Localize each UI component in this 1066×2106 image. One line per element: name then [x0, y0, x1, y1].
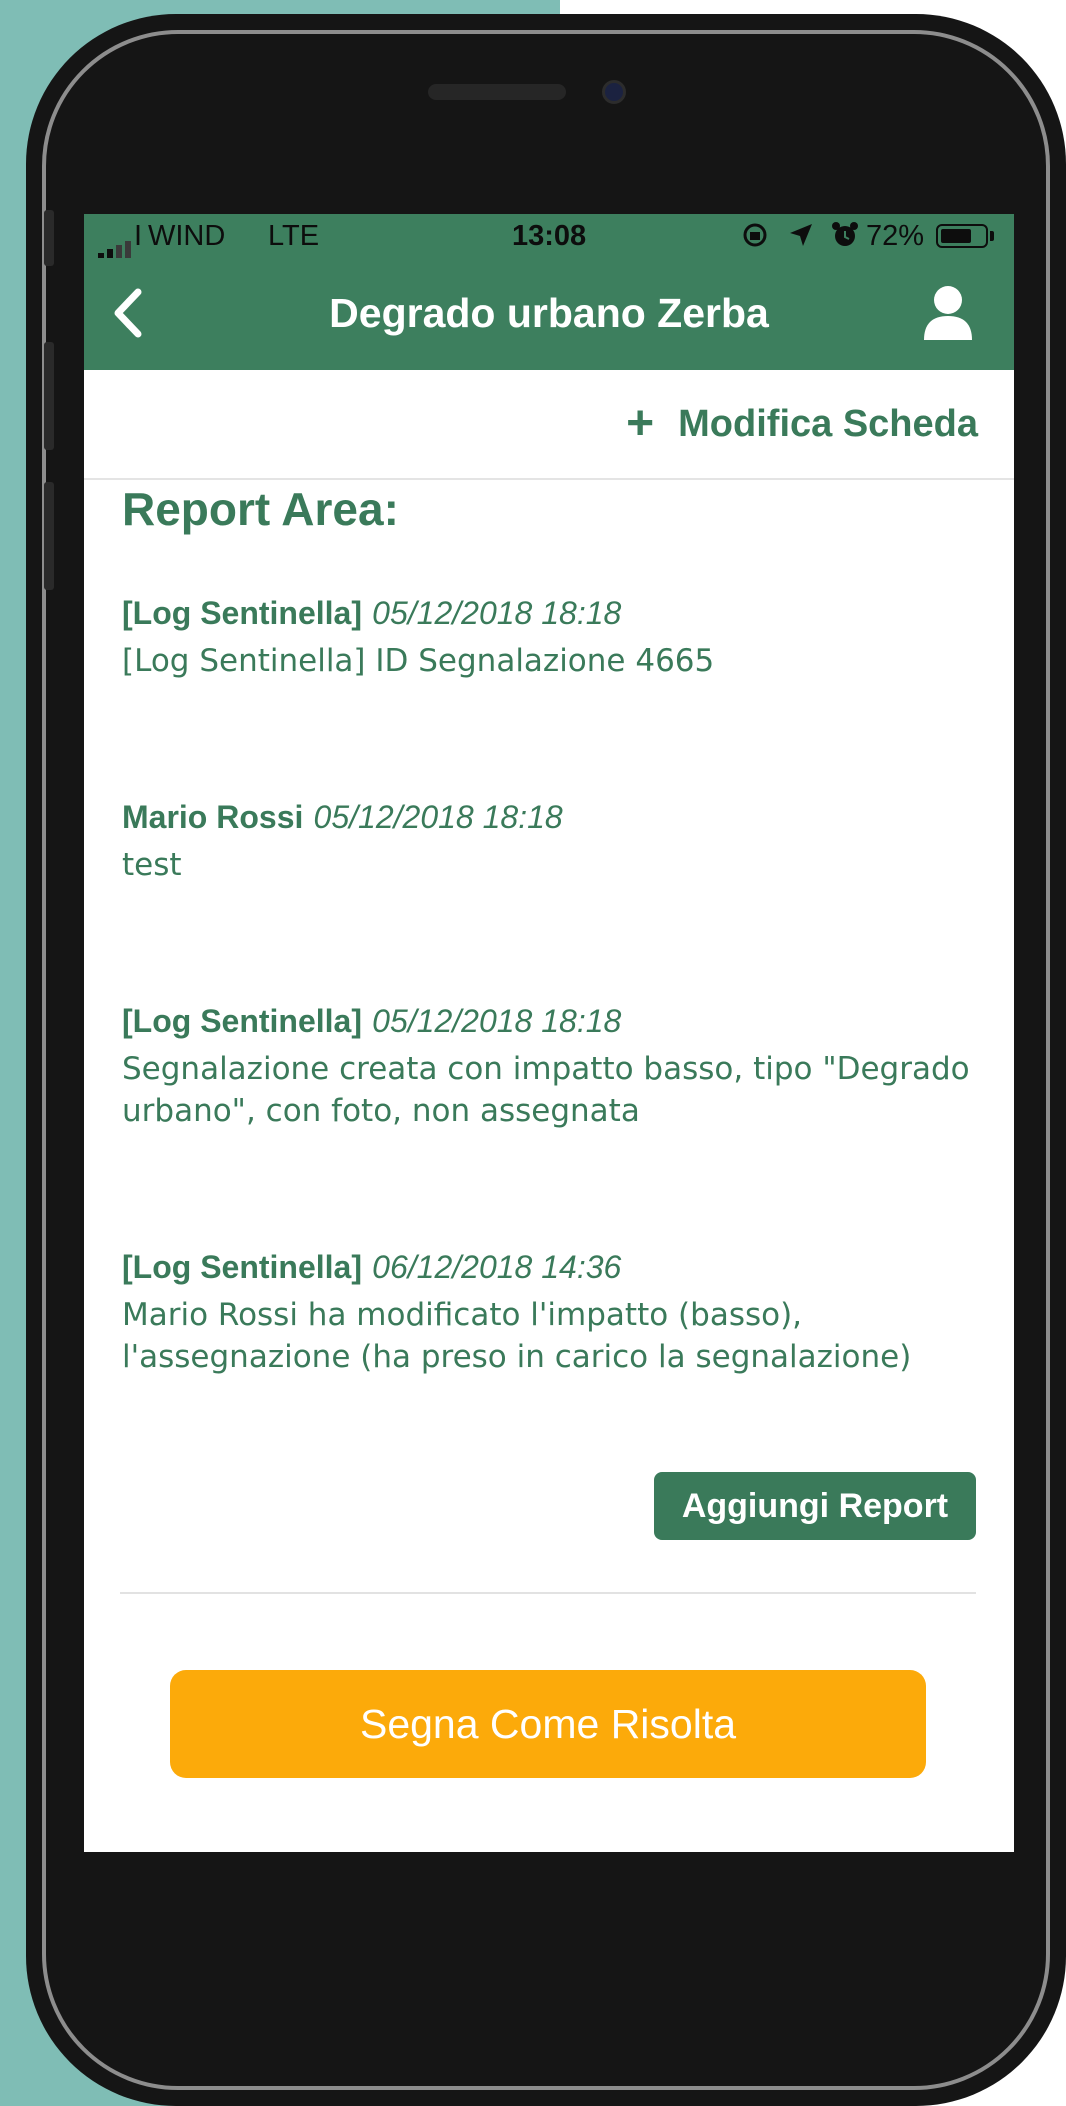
user-icon[interactable] — [920, 282, 976, 342]
divider — [120, 1592, 976, 1594]
orientation-lock-icon — [743, 223, 767, 247]
report-header: Mario Rossi 05/12/2018 18:18 — [122, 796, 982, 838]
report-text: test — [122, 847, 182, 883]
report-author: [Log Sentinella] — [122, 1249, 362, 1285]
phone-silent-switch — [44, 210, 54, 266]
battery-icon — [936, 224, 988, 248]
report-item: [Log Sentinella] 05/12/2018 18:18 [Log S… — [122, 592, 982, 682]
app-screen: I WIND LTE 13:08 72% Degrado urbano Zerb… — [84, 214, 1014, 1852]
signal-strength-icon — [98, 228, 134, 261]
report-item: [Log Sentinella] 06/12/2018 14:36 Mario … — [122, 1246, 982, 1378]
page-title: Degrado urbano Zerba — [329, 290, 769, 336]
report-item: Mario Rossi 05/12/2018 18:18 test — [122, 796, 982, 886]
phone-volume-down — [44, 482, 54, 590]
add-report-button[interactable]: Aggiungi Report — [654, 1472, 976, 1540]
report-author: Mario Rossi — [122, 799, 304, 835]
report-date: 05/12/2018 18:18 — [372, 1003, 622, 1039]
report-date: 05/12/2018 18:18 — [372, 595, 622, 631]
report-text: [Log Sentinella] ID Segnalazione 4665 — [122, 643, 715, 679]
status-time: 13:08 — [512, 220, 587, 252]
carrier-separator: I — [134, 220, 143, 252]
phone-speaker — [428, 84, 566, 100]
report-date: 06/12/2018 14:36 — [372, 1249, 622, 1285]
alarm-icon — [832, 222, 859, 246]
mark-resolved-button[interactable]: Segna Come Risolta — [170, 1670, 926, 1778]
report-item: [Log Sentinella] 05/12/2018 18:18 Segnal… — [122, 1000, 982, 1132]
location-arrow-icon — [790, 224, 813, 246]
battery-fill — [941, 229, 971, 243]
plus-icon: + — [626, 397, 655, 450]
phone-camera — [602, 80, 626, 104]
report-header: [Log Sentinella] 05/12/2018 18:18 — [122, 1000, 982, 1042]
status-bar: I WIND LTE 13:08 72% — [84, 214, 1014, 261]
status-icons — [740, 220, 860, 254]
network-type: LTE — [268, 220, 320, 252]
report-text: Mario Rossi ha modificato l'impatto (bas… — [122, 1297, 912, 1375]
battery-tip — [990, 231, 994, 241]
report-date: 05/12/2018 18:18 — [313, 799, 563, 835]
battery-percent: 72% — [866, 220, 925, 252]
edit-card-label: Modifica Scheda — [678, 402, 978, 445]
report-author: [Log Sentinella] — [122, 1003, 362, 1039]
carrier-name: WIND — [148, 220, 226, 252]
report-header: [Log Sentinella] 06/12/2018 14:36 — [122, 1246, 982, 1288]
edit-card-button[interactable]: + Modifica Scheda — [626, 400, 978, 448]
report-text: Segnalazione creata con impatto basso, t… — [122, 1051, 970, 1129]
phone-volume-up — [44, 342, 54, 450]
nav-bar: Degrado urbano Zerba — [84, 258, 1014, 370]
section-title: Report Area: — [122, 483, 399, 535]
report-header: [Log Sentinella] 05/12/2018 18:18 — [122, 592, 982, 634]
toolbar: + Modifica Scheda — [84, 370, 1014, 480]
report-author: [Log Sentinella] — [122, 595, 362, 631]
